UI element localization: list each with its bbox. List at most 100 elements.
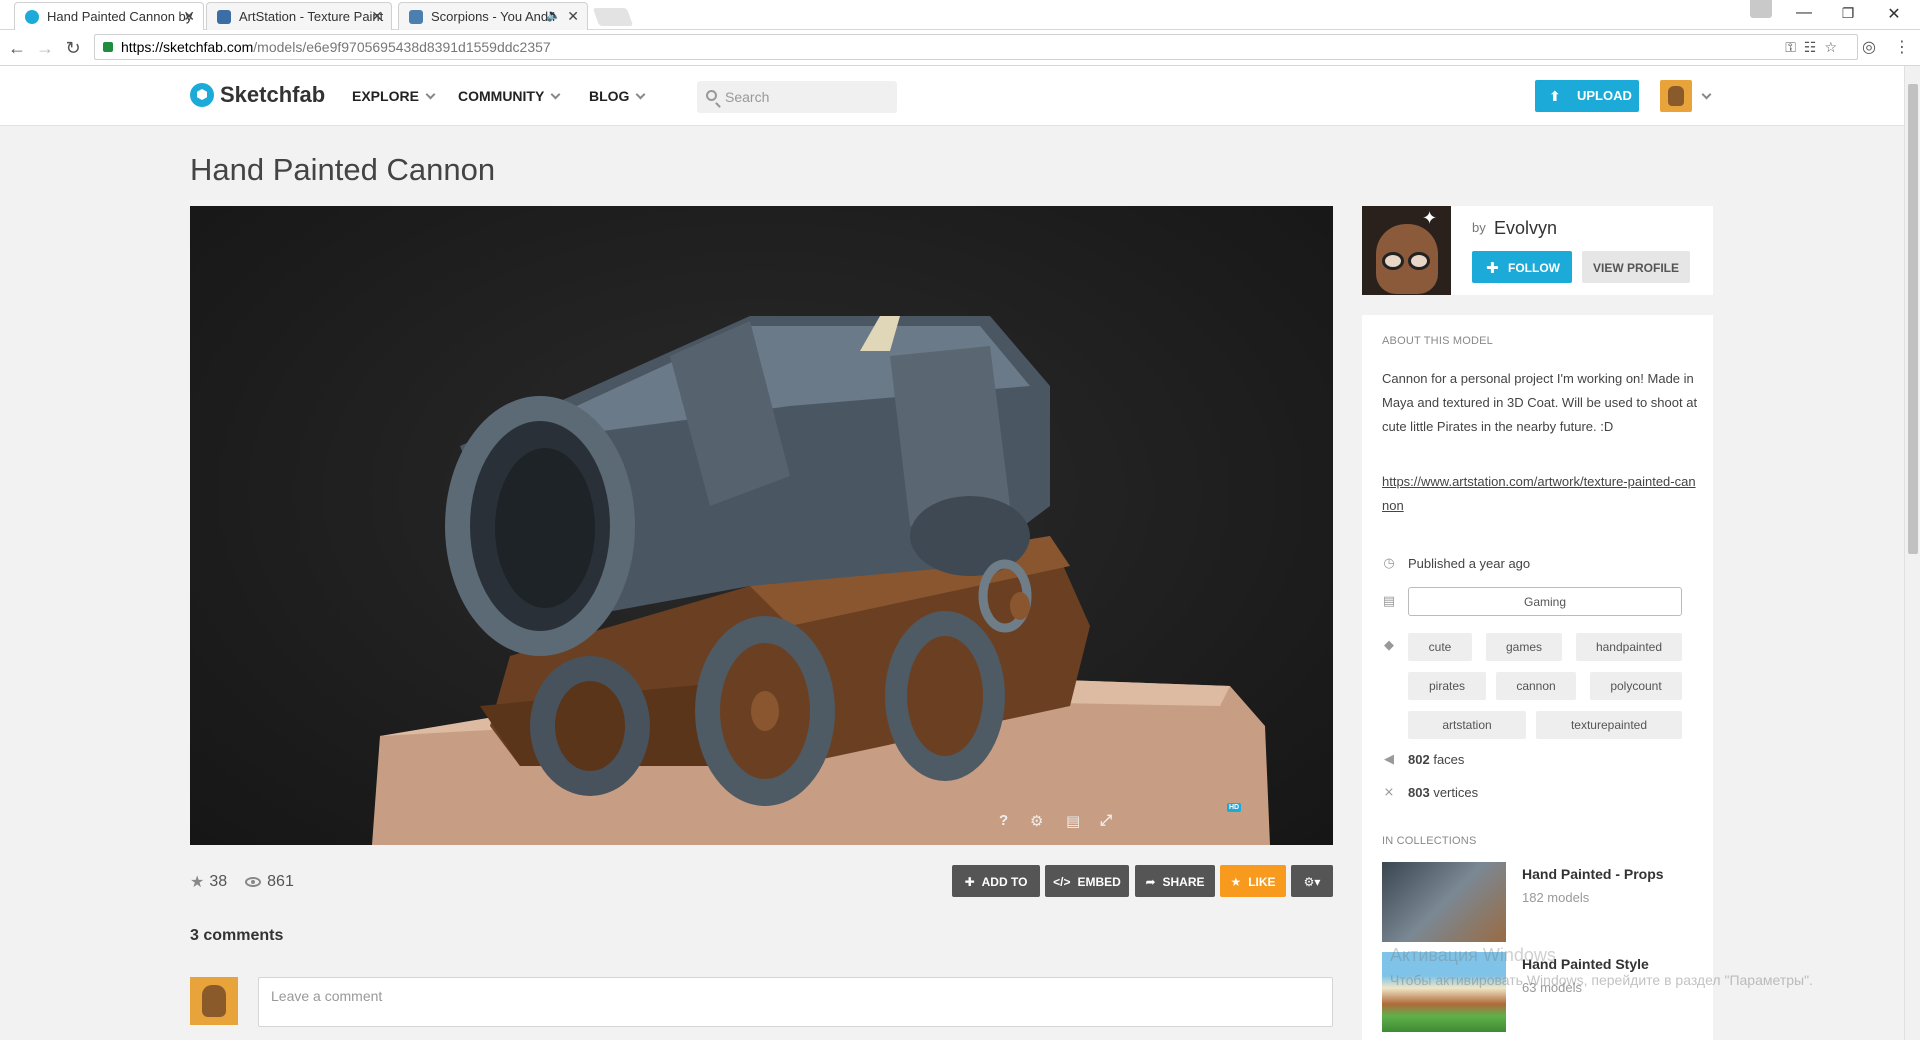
- about-card: ABOUT THIS MODEL Cannon for a personal p…: [1362, 315, 1713, 1040]
- button-label: SHARE: [1162, 875, 1205, 889]
- options-gear-button[interactable]: ⚙▾: [1291, 865, 1333, 897]
- published-date: Published a year ago: [1408, 556, 1531, 571]
- os-activation-watermark-detail: Чтобы активировать Windows, перейдите в …: [1390, 972, 1813, 988]
- model-viewer[interactable]: ? ⚙ HD ▤ ⤢: [190, 206, 1333, 845]
- back-arrow-icon[interactable]: ←: [4, 35, 30, 61]
- key-icon[interactable]: ⚿: [1785, 39, 1804, 55]
- comment-input[interactable]: Leave a comment: [258, 977, 1333, 1027]
- category-icon: ▤: [1382, 593, 1396, 608]
- like-count: 38: [209, 873, 228, 890]
- hd-badge: HD: [1227, 803, 1242, 812]
- chevron-down-icon[interactable]: [1701, 89, 1712, 100]
- help-button[interactable]: ?: [999, 812, 1008, 829]
- bookmark-star-icon[interactable]: ☆: [1824, 39, 1845, 55]
- author-name[interactable]: Evolvyn: [1494, 218, 1557, 239]
- search-icon: [706, 90, 717, 101]
- os-activation-watermark: Активация Windows: [1390, 945, 1556, 965]
- vertices-stat: 803 vertices: [1408, 785, 1478, 800]
- search-placeholder: Search: [725, 89, 770, 105]
- tag[interactable]: cute: [1408, 633, 1472, 661]
- faces-count: 802: [1408, 752, 1430, 767]
- speaker-icon[interactable]: 🔈: [546, 8, 561, 22]
- omnibox-actions: ⚿☷☆: [1785, 39, 1845, 56]
- tag[interactable]: games: [1486, 633, 1562, 661]
- artstation-link[interactable]: https://www.artstation.com/artwork/textu…: [1382, 470, 1698, 518]
- embed-button[interactable]: </> EMBED: [1045, 865, 1129, 897]
- search-input[interactable]: Search: [697, 81, 897, 113]
- chevron-down-icon: [425, 89, 436, 100]
- translate-icon[interactable]: ☷: [1804, 39, 1825, 55]
- faces-label: faces: [1433, 752, 1465, 767]
- tag[interactable]: polycount: [1590, 672, 1682, 700]
- like-button[interactable]: ★ LIKE: [1220, 865, 1286, 897]
- secure-lock-icon: [103, 42, 113, 52]
- collection-count: 182 models: [1522, 890, 1590, 905]
- nav-label: BLOG: [589, 88, 630, 104]
- restore-button[interactable]: ❐: [1828, 5, 1868, 22]
- comment-user-avatar: [190, 977, 238, 1025]
- upload-button[interactable]: ⬆ UPLOAD: [1535, 80, 1639, 112]
- collection-title[interactable]: Hand Painted - Props: [1522, 866, 1664, 882]
- tag-icon: ◆: [1384, 637, 1394, 652]
- collection-thumbnail[interactable]: [1382, 862, 1506, 942]
- fullscreen-icon[interactable]: ⤢: [1100, 812, 1112, 829]
- tab-artstation[interactable]: ArtStation - Texture Paint ✕: [206, 2, 392, 30]
- view-profile-button[interactable]: VIEW PROFILE: [1582, 251, 1690, 283]
- page-scrollbar[interactable]: [1904, 66, 1920, 1040]
- follow-button[interactable]: ✚ FOLLOW: [1472, 251, 1572, 283]
- video-favicon-icon: [409, 10, 423, 24]
- tab-youtube[interactable]: Scorpions - You And I 🔈 ✕: [398, 2, 588, 30]
- tag[interactable]: cannon: [1496, 672, 1576, 700]
- button-label: EMBED: [1077, 875, 1121, 889]
- forward-arrow-icon[interactable]: →: [32, 35, 58, 61]
- nav-explore[interactable]: EXPLORE: [352, 88, 436, 104]
- address-bar[interactable]: https://sketchfab.com/models/e6e9f970569…: [94, 34, 1858, 60]
- tab-title: ArtStation - Texture Paint: [239, 9, 384, 24]
- site-header: Sketchfab EXPLORE COMMUNITY BLOG Search …: [0, 66, 1904, 126]
- new-tab-button[interactable]: [592, 8, 634, 26]
- category-badge[interactable]: Gaming: [1408, 587, 1682, 616]
- close-tab-icon[interactable]: ✕: [183, 8, 195, 25]
- reload-icon[interactable]: ↻: [60, 35, 86, 61]
- model-stats: ★ 38 861: [190, 872, 294, 892]
- vertices-icon: ⨯: [1383, 784, 1395, 799]
- code-icon: </>: [1053, 875, 1071, 889]
- share-arrow-icon: ➦: [1145, 875, 1156, 889]
- tab-title: Scorpions - You And I: [431, 9, 556, 24]
- minimize-button[interactable]: —: [1784, 4, 1824, 22]
- url-path: /models/e6e9f9705695438d8391d1559ddc2357: [253, 39, 551, 55]
- browser-menu-icon[interactable]: ⋮: [1894, 37, 1910, 57]
- share-button[interactable]: ➦ SHARE: [1135, 865, 1215, 897]
- cannon-model-render: [372, 316, 1270, 845]
- plus-icon: ✚: [1486, 260, 1499, 277]
- browser-profile-icon[interactable]: [1750, 0, 1772, 18]
- extension-icon[interactable]: ◎: [1862, 37, 1876, 57]
- add-to-button[interactable]: ✚ ADD TO: [952, 865, 1040, 897]
- upload-label: UPLOAD: [1577, 88, 1632, 103]
- tab-sketchfab[interactable]: Hand Painted Cannon by ✕: [14, 2, 204, 30]
- vr-headset-icon[interactable]: ▤: [1066, 812, 1080, 830]
- chevron-down-icon: [550, 89, 561, 100]
- tag[interactable]: artstation: [1408, 711, 1526, 739]
- nav-blog[interactable]: BLOG: [589, 88, 646, 104]
- tag[interactable]: handpainted: [1576, 633, 1682, 661]
- button-label: LIKE: [1248, 875, 1276, 889]
- tag[interactable]: pirates: [1408, 672, 1486, 700]
- nav-community[interactable]: COMMUNITY: [458, 88, 561, 104]
- vertices-count: 803: [1408, 785, 1430, 800]
- tag[interactable]: texturepainted: [1536, 711, 1682, 739]
- user-avatar[interactable]: [1660, 80, 1692, 112]
- close-tab-icon[interactable]: ✕: [371, 8, 383, 25]
- comments-title: 3 comments: [190, 927, 284, 944]
- scrollbar-thumb[interactable]: [1908, 84, 1918, 554]
- close-tab-icon[interactable]: ✕: [567, 8, 579, 25]
- sketchfab-favicon-icon: [25, 10, 39, 24]
- button-label: FOLLOW: [1508, 261, 1560, 275]
- sketchfab-logo[interactable]: Sketchfab: [190, 82, 325, 108]
- settings-gear-icon[interactable]: ⚙: [1030, 812, 1043, 830]
- browser-toolbar: ← → ↻ https://sketchfab.com/models/e6e9f…: [0, 30, 1920, 66]
- eye-icon: [245, 877, 262, 887]
- window-close-button[interactable]: ✕: [1874, 4, 1914, 24]
- vertices-label: vertices: [1433, 785, 1479, 800]
- author-avatar[interactable]: ✦: [1362, 206, 1451, 295]
